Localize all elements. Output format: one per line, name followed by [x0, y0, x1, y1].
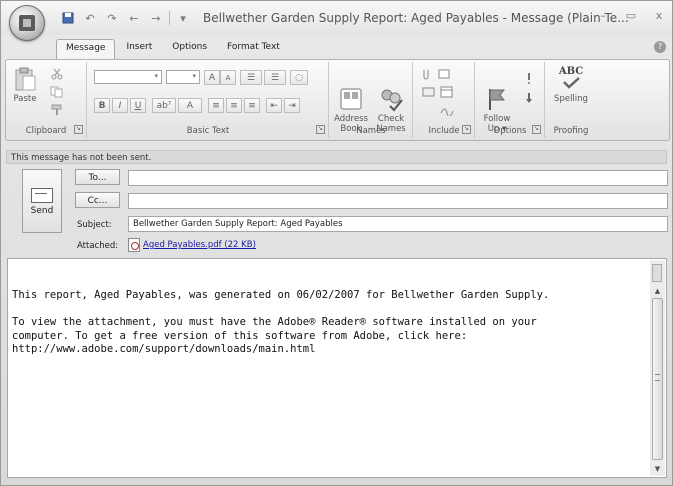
underline-button[interactable]: U — [130, 98, 146, 113]
office-logo-icon — [19, 15, 35, 31]
quick-access-toolbar: ↶ ↷ ← → ▾ — [59, 9, 192, 27]
to-button[interactable]: To... — [75, 169, 120, 185]
address-book-icon — [338, 76, 364, 110]
increase-indent-icon[interactable]: ⇥ — [284, 98, 300, 113]
clipboard-launcher-icon[interactable]: ↘ — [74, 125, 83, 134]
grow-font-button[interactable]: A — [204, 70, 220, 85]
send-envelope-icon — [31, 188, 53, 203]
scroll-down-icon[interactable]: ▼ — [652, 464, 663, 474]
pdf-icon — [128, 238, 140, 252]
decrease-indent-icon[interactable]: ⇤ — [266, 98, 282, 113]
message-window: ↶ ↷ ← → ▾ Bellwether Garden Supply Repor… — [0, 0, 673, 486]
follow-up-button[interactable]: Follow Up ▾ — [478, 66, 516, 134]
undo-icon[interactable]: ↶ — [81, 10, 99, 26]
ruler-icon[interactable] — [652, 264, 662, 282]
spelling-icon: ABC — [554, 66, 588, 92]
clear-formatting-icon[interactable]: ◌ — [290, 70, 308, 85]
align-right-icon[interactable]: ≡ — [244, 98, 260, 113]
next-item-icon[interactable]: → — [147, 10, 165, 26]
check-names-button[interactable]: Check Names — [372, 66, 410, 134]
font-name-dropdown[interactable]: ▾ — [94, 70, 162, 84]
names-group-label: Names — [356, 126, 386, 136]
attached-label: Attached: — [77, 241, 119, 251]
spelling-button[interactable]: ABC Spelling — [550, 66, 592, 104]
office-button[interactable] — [9, 5, 45, 41]
numbering-button[interactable]: ☰ — [264, 70, 286, 85]
subject-field[interactable]: Bellwether Garden Supply Report: Aged Pa… — [128, 216, 668, 232]
scroll-up-icon[interactable]: ▲ — [652, 286, 663, 296]
format-painter-icon[interactable] — [50, 104, 64, 116]
window-title: Bellwether Garden Supply Report: Aged Pa… — [203, 11, 629, 25]
copy-icon[interactable] — [50, 86, 64, 98]
bullets-button[interactable]: ☰ — [240, 70, 262, 85]
paste-button[interactable]: Paste — [10, 66, 40, 104]
basic-text-group-label: Basic Text — [186, 126, 230, 136]
tab-insert[interactable]: Insert — [117, 39, 161, 59]
low-importance-icon[interactable] — [522, 92, 536, 104]
align-left-button[interactable]: ≡ — [208, 98, 224, 113]
to-field[interactable] — [128, 170, 668, 186]
cut-icon[interactable] — [50, 68, 64, 80]
spelling-label: Spelling — [554, 94, 588, 104]
send-label: Send — [30, 206, 54, 216]
close-button[interactable]: x — [652, 9, 666, 22]
signature-icon[interactable] — [440, 104, 454, 117]
help-icon[interactable]: ? — [654, 41, 666, 53]
tab-message[interactable]: Message — [56, 39, 116, 60]
font-color-icon[interactable]: A — [178, 98, 202, 113]
check-names-icon — [378, 76, 404, 112]
ribbon: Paste Clipboard ↘ ▾ ▾ A A ☰ ☰ ◌ B I U ab… — [5, 59, 670, 141]
highlight-icon[interactable]: ab⁷ — [152, 98, 176, 113]
align-center-icon[interactable]: ≡ — [226, 98, 242, 113]
previous-item-icon[interactable]: ← — [125, 10, 143, 26]
high-importance-icon[interactable] — [522, 72, 536, 84]
basic-text-group: ▾ ▾ A A ☰ ☰ ◌ B I U ab⁷ A ≡ ≡ ≡ ⇤ ⇥ Basi… — [88, 62, 329, 138]
proofing-group: ABC Spelling Proofing — [546, 62, 596, 138]
options-launcher-icon[interactable]: ↘ — [532, 125, 541, 134]
unsent-status-bar: This message has not been sent. — [6, 150, 667, 164]
message-body[interactable]: This report, Aged Payables, was generate… — [7, 258, 667, 478]
message-body-text[interactable]: This report, Aged Payables, was generate… — [12, 289, 642, 357]
maximize-button[interactable]: ▭ — [624, 9, 638, 22]
business-card-icon[interactable] — [422, 86, 436, 98]
send-button[interactable]: Send — [22, 169, 62, 233]
minimize-button[interactable]: – — [596, 9, 610, 22]
ribbon-tabs: Message Insert Options Format Text — [56, 39, 289, 60]
basic-text-launcher-icon[interactable]: ↘ — [316, 125, 325, 134]
paste-label: Paste — [13, 94, 37, 104]
save-icon[interactable] — [59, 10, 77, 26]
address-book-button[interactable]: Address Book — [332, 66, 370, 134]
cc-button[interactable]: Cc... — [75, 192, 120, 208]
customize-qat-icon[interactable]: ▾ — [174, 10, 192, 26]
vertical-scrollbar[interactable]: ▲ ▼ — [650, 260, 665, 476]
clipboard-group: Paste Clipboard ↘ — [6, 62, 87, 138]
bold-button[interactable]: B — [94, 98, 110, 113]
tab-options[interactable]: Options — [163, 39, 216, 59]
paste-icon — [12, 66, 38, 92]
calendar-icon[interactable] — [440, 86, 454, 98]
subject-label: Subject: — [77, 220, 112, 230]
proofing-group-label: Proofing — [553, 126, 589, 136]
names-group: Address Book Check Names Names — [330, 62, 413, 138]
abc-glyph: ABC — [558, 66, 584, 77]
window-controls: – ▭ x — [596, 9, 666, 22]
font-size-dropdown[interactable]: ▾ — [166, 70, 200, 84]
italic-button[interactable]: I — [112, 98, 128, 113]
attachment-item[interactable]: Aged Payables.pdf (22 KB) — [128, 237, 256, 253]
attachment-link[interactable]: Aged Payables.pdf (22 KB) — [143, 240, 256, 250]
cc-field[interactable] — [128, 193, 668, 209]
attach-file-icon[interactable] — [420, 68, 434, 80]
include-launcher-icon[interactable]: ↘ — [462, 125, 471, 134]
shrink-font-button[interactable]: A — [220, 70, 236, 85]
qat-separator — [169, 11, 170, 25]
attach-item-icon[interactable] — [438, 68, 452, 80]
include-group: Include ↘ — [414, 62, 475, 138]
redo-icon[interactable]: ↷ — [103, 10, 121, 26]
options-group: Follow Up ▾ Options ↘ — [476, 62, 545, 138]
title-bar: ↶ ↷ ← → ▾ Bellwether Garden Supply Repor… — [1, 1, 672, 41]
tab-format-text[interactable]: Format Text — [218, 39, 289, 59]
scroll-thumb[interactable] — [652, 298, 663, 460]
flag-icon — [484, 76, 510, 110]
